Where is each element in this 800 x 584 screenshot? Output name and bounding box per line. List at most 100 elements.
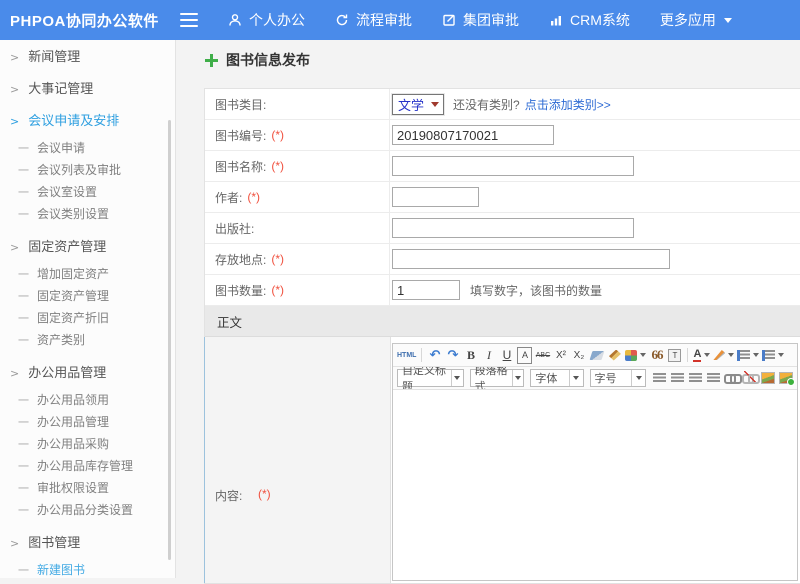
page-title: 图书信息发布 — [205, 50, 310, 70]
dash-icon: 一 — [18, 439, 29, 451]
sidebar-item-approve-permission[interactable]: 一审批权限设置 — [0, 482, 175, 496]
align-left-button[interactable] — [652, 370, 667, 387]
field-label: 图书名称: — [215, 158, 266, 175]
html-source-button[interactable]: HTML — [397, 347, 416, 364]
hamburger-menu-icon[interactable] — [180, 13, 198, 27]
caret-down-icon — [454, 376, 460, 383]
remove-link-button[interactable] — [742, 370, 757, 387]
nav-label: 个人办公 — [249, 10, 305, 30]
font-size-select[interactable]: 字号 — [590, 369, 646, 387]
chevron-right-icon: > — [10, 83, 19, 96]
field-label: 作者: — [215, 189, 242, 206]
sidebar-item-meeting-category[interactable]: 一会议类别设置 — [0, 208, 175, 222]
add-category-link[interactable]: 点击添加类别>> — [525, 96, 611, 113]
strikethrough-button[interactable]: ABC — [535, 347, 550, 364]
font-color-button[interactable]: A — [693, 347, 710, 364]
sidebar-item-supplies-claim[interactable]: 一办公用品领用 — [0, 394, 175, 408]
nav-workflow-approval[interactable]: 流程审批 — [335, 10, 412, 30]
sidebar-group-fixed-assets[interactable]: >固定资产管理 — [0, 240, 175, 254]
sidebar-group-events[interactable]: >大事记管理 — [0, 82, 175, 96]
paste-as-text-button[interactable]: T — [667, 347, 682, 364]
text-color-palette-button[interactable] — [625, 347, 646, 364]
underline-button[interactable]: U — [499, 347, 514, 364]
publisher-input[interactable] — [392, 218, 634, 238]
required-mark: (*) — [247, 190, 260, 204]
form-row-quantity: 图书数量:(*) 填写数字，该图书的数量 — [205, 275, 800, 306]
nav-more-apps[interactable]: 更多应用 — [660, 10, 732, 30]
align-center-button[interactable] — [670, 370, 685, 387]
font-style-button[interactable]: A — [517, 347, 532, 364]
sidebar-item-asset-category[interactable]: 一资产类别 — [0, 334, 175, 348]
chevron-right-icon: > — [10, 115, 19, 128]
dash-icon: 一 — [18, 313, 29, 325]
app-logo: PHPOA协同办公软件 — [0, 10, 170, 31]
caret-down-icon — [573, 376, 579, 383]
sidebar-item-asset-manage[interactable]: 一固定资产管理 — [0, 290, 175, 304]
paragraph-format-select[interactable]: 段落格式 — [470, 369, 525, 387]
sidebar-menu: >新闻管理 >大事记管理 >会议申请及安排 一会议申请 一会议列表及审批 一会议… — [0, 40, 176, 578]
sidebar-item-meeting-apply[interactable]: 一会议申请 — [0, 142, 175, 156]
sidebar-scrollbar[interactable] — [168, 120, 171, 560]
quantity-input[interactable] — [392, 280, 460, 300]
sidebar-item-meeting-list[interactable]: 一会议列表及审批 — [0, 164, 175, 178]
highlight-button[interactable] — [713, 347, 734, 364]
sidebar-group-meeting[interactable]: >会议申请及安排 — [0, 114, 175, 128]
brush-icon — [609, 350, 621, 361]
field-label: 出版社: — [215, 220, 254, 237]
blockquote-button[interactable]: 66 — [649, 347, 664, 364]
insert-image-button[interactable] — [760, 370, 775, 387]
caret-down-icon — [778, 353, 784, 360]
nav-personal-office[interactable]: 个人办公 — [228, 10, 305, 30]
unordered-list-button[interactable] — [762, 347, 784, 364]
sidebar-group-office-supplies[interactable]: >办公用品管理 — [0, 366, 175, 380]
format-brush-button[interactable] — [607, 347, 622, 364]
form-row-publisher: 出版社: — [205, 213, 800, 244]
sidebar-item-supplies-manage[interactable]: 一办公用品管理 — [0, 416, 175, 430]
sidebar-group-books[interactable]: >图书管理 — [0, 536, 175, 550]
font-family-select[interactable]: 字体 — [530, 369, 583, 387]
ordered-list-button[interactable] — [737, 347, 759, 364]
content-row: 内容: (*) HTML ↶ ↷ B I U A ABC X² — [204, 337, 800, 583]
align-left-icon — [653, 373, 666, 384]
undo-button[interactable]: ↶ — [427, 347, 442, 364]
book-form: 图书类目: 文学 还没有类别? 点击添加类别>> 图书编号:(*) 图书名称:(… — [204, 88, 800, 584]
toolbar-divider — [421, 348, 422, 362]
storage-location-input[interactable] — [392, 249, 670, 269]
caret-down-icon — [431, 102, 439, 111]
nav-label: CRM系统 — [570, 10, 630, 30]
author-input[interactable] — [392, 187, 479, 207]
eraser-icon — [589, 351, 604, 360]
subscript-button[interactable]: X₂ — [571, 347, 586, 364]
font-color-icon: A — [693, 349, 701, 362]
sidebar-item-add-asset[interactable]: 一增加固定资产 — [0, 268, 175, 282]
dash-icon: 一 — [18, 461, 29, 473]
align-justify-button[interactable] — [706, 370, 721, 387]
editor-content-area[interactable] — [393, 390, 797, 580]
workflow-approve-icon — [335, 13, 349, 27]
nav-crm-system[interactable]: CRM系统 — [549, 10, 630, 30]
sidebar-group-news[interactable]: >新闻管理 — [0, 50, 175, 64]
eraser-button[interactable] — [589, 347, 604, 364]
dash-icon: 一 — [18, 291, 29, 303]
superscript-button[interactable]: X² — [553, 347, 568, 364]
category-select[interactable]: 文学 — [392, 94, 444, 115]
chevron-right-icon: > — [10, 537, 19, 550]
bold-button[interactable]: B — [463, 347, 478, 364]
sidebar-item-supplies-stock[interactable]: 一办公用品库存管理 — [0, 460, 175, 474]
book-name-input[interactable] — [392, 156, 634, 176]
sidebar-item-asset-depreciation[interactable]: 一固定资产折旧 — [0, 312, 175, 326]
italic-button[interactable]: I — [481, 347, 496, 364]
heading-select[interactable]: 自定义标题 — [397, 369, 464, 387]
form-row-code: 图书编号:(*) — [205, 120, 800, 151]
sidebar-item-supplies-classify[interactable]: 一办公用品分类设置 — [0, 504, 175, 518]
sidebar-item-new-book[interactable]: 一新建图书 — [0, 564, 175, 578]
redo-button[interactable]: ↷ — [445, 347, 460, 364]
book-code-input[interactable] — [392, 125, 554, 145]
insert-link-button[interactable] — [724, 370, 739, 387]
nav-group-approval[interactable]: 集团审批 — [442, 10, 519, 30]
upload-image-button[interactable] — [778, 370, 793, 387]
align-right-button[interactable] — [688, 370, 703, 387]
field-label: 内容: — [215, 487, 242, 504]
sidebar-item-meeting-room[interactable]: 一会议室设置 — [0, 186, 175, 200]
sidebar-item-supplies-purchase[interactable]: 一办公用品采购 — [0, 438, 175, 452]
